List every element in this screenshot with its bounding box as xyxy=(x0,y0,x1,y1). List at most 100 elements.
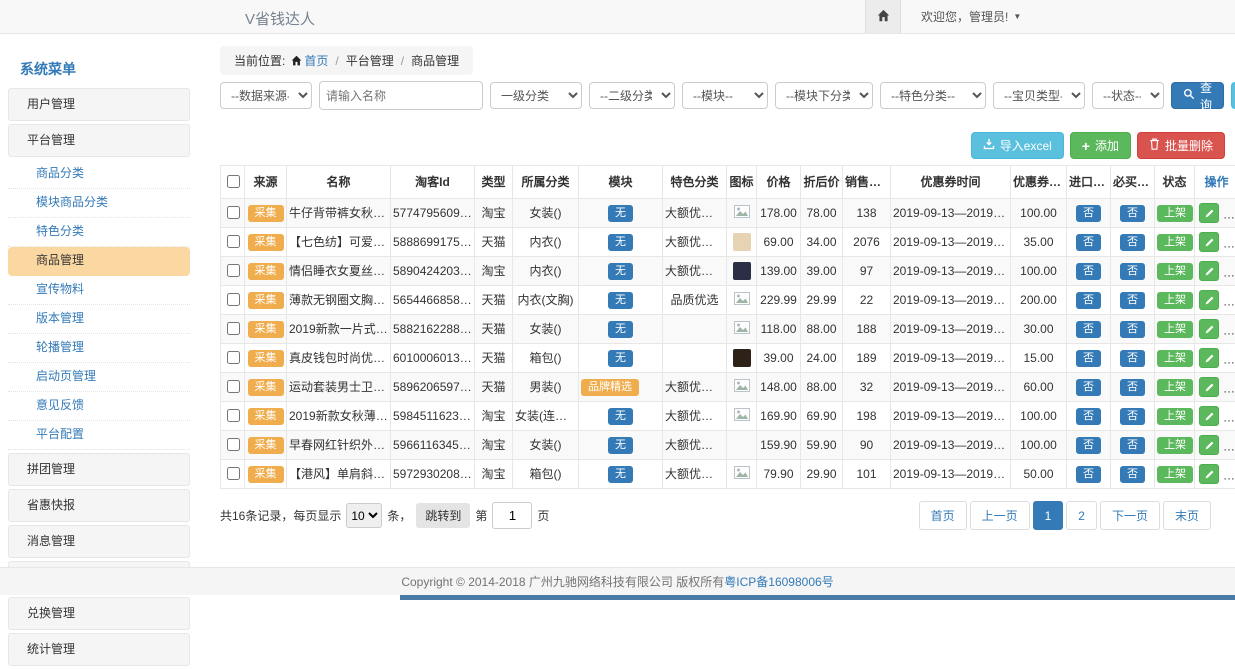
filter-select[interactable]: --模块-- xyxy=(682,82,768,109)
sidebar-subitem[interactable]: 宣传物料 xyxy=(8,276,190,305)
home-button[interactable] xyxy=(865,0,901,33)
edit-button[interactable] xyxy=(1199,319,1219,339)
batch-delete-button[interactable]: 批量删除 xyxy=(1137,132,1225,159)
row-checkbox[interactable] xyxy=(227,264,240,277)
sidebar-subitem[interactable]: 启动页管理 xyxy=(8,363,190,392)
row-select-cell xyxy=(221,228,245,257)
per-page-select[interactable]: 10 xyxy=(346,503,382,528)
sidebar-item[interactable]: 省惠快报 xyxy=(8,489,190,522)
import-excel-button[interactable]: 导入excel xyxy=(971,132,1064,159)
filter-select[interactable]: --宝贝类型-- xyxy=(993,82,1085,109)
row-checkbox[interactable] xyxy=(227,206,240,219)
page-button[interactable]: 下一页 xyxy=(1100,501,1160,530)
sidebar-subitem[interactable]: 版本管理 xyxy=(8,305,190,334)
status-badge: 上架 xyxy=(1157,379,1193,396)
edit-button[interactable] xyxy=(1199,232,1219,252)
source-cell: 采集 xyxy=(245,257,287,286)
type-cell: 淘宝 xyxy=(475,257,513,286)
page-number-input[interactable] xyxy=(492,502,532,529)
page-button[interactable]: 首页 xyxy=(919,501,967,530)
edit-button[interactable] xyxy=(1199,348,1219,368)
module-cell: 无 xyxy=(579,228,663,257)
user-menu[interactable]: 欢迎您，管理员! ▼ xyxy=(901,0,1021,33)
column-header: 特色分类 xyxy=(663,166,727,199)
sidebar-item[interactable]: 兑换管理 xyxy=(8,597,190,630)
must-buy-cell: 否 xyxy=(1111,286,1155,315)
icp-link[interactable]: 粤ICP备16098006号 xyxy=(724,573,833,590)
sales-cell: 198 xyxy=(843,402,891,431)
module-badge: 无 xyxy=(608,321,633,338)
sidebar-subitem[interactable]: 意见反馈 xyxy=(8,392,190,421)
status-badge: 上架 xyxy=(1157,408,1193,425)
pagination-bar: 共16条记录，每页显示 10 条， 跳转到 第 页 首页上一页12下一页末页 xyxy=(220,501,1225,530)
import-select-cell: 否 xyxy=(1067,460,1111,489)
sidebar-subitem[interactable]: 平台配置 xyxy=(8,421,190,450)
sidebar-subitem[interactable]: 商品管理 xyxy=(8,247,190,276)
row-select-cell xyxy=(221,431,245,460)
feature-category-cell: 大额优惠券 xyxy=(663,199,727,228)
filter-select[interactable]: --数据来源-- xyxy=(220,82,312,109)
edit-button[interactable] xyxy=(1199,261,1219,281)
name-cell: 【七色纺】可爱纯棉家... xyxy=(287,228,391,257)
edit-button[interactable] xyxy=(1199,464,1219,484)
must-buy-badge: 否 xyxy=(1120,292,1145,309)
row-checkbox[interactable] xyxy=(227,467,240,480)
sidebar-subitem[interactable]: 轮播管理 xyxy=(8,334,190,363)
row-checkbox[interactable] xyxy=(227,380,240,393)
row-checkbox[interactable] xyxy=(227,293,240,306)
search-button[interactable]: 查询 xyxy=(1171,82,1224,109)
import-select-cell: 否 xyxy=(1067,402,1111,431)
type-cell: 天猫 xyxy=(475,373,513,402)
table-actions: 导入excel + 添加 批量删除 xyxy=(220,132,1225,159)
price-cell: 69.00 xyxy=(757,228,801,257)
batch-delete-label: 批量删除 xyxy=(1165,137,1213,154)
taoke-id-cell: 565446685867 xyxy=(391,286,475,315)
page-button[interactable]: 2 xyxy=(1066,501,1097,530)
edit-button[interactable] xyxy=(1199,435,1219,455)
row-checkbox[interactable] xyxy=(227,409,240,422)
sidebar-subitem[interactable]: 特色分类 xyxy=(8,218,190,247)
row-checkbox[interactable] xyxy=(227,235,240,248)
row-checkbox[interactable] xyxy=(227,351,240,364)
sidebar-item[interactable]: 用户管理 xyxy=(8,88,190,121)
row-checkbox[interactable] xyxy=(227,438,240,451)
filter-select[interactable]: --二级分类-- xyxy=(589,82,675,109)
module-badge: 无 xyxy=(608,263,633,280)
sales-cell: 189 xyxy=(843,344,891,373)
sidebar-item[interactable]: 统计管理 xyxy=(8,633,190,666)
filter-select[interactable]: --特色分类-- xyxy=(880,82,986,109)
page-button[interactable]: 上一页 xyxy=(970,501,1030,530)
select-all-checkbox[interactable] xyxy=(227,175,240,188)
welcome-text: 欢迎您，管理员! xyxy=(921,8,1008,25)
sidebar-item[interactable]: 平台管理 xyxy=(8,124,190,157)
row-checkbox[interactable] xyxy=(227,322,240,335)
top-header: V省钱达人 欢迎您，管理员! ▼ xyxy=(0,0,1235,34)
trash-icon xyxy=(1149,138,1160,153)
edit-button[interactable] xyxy=(1199,290,1219,310)
filter-select[interactable]: --状态-- xyxy=(1092,82,1164,109)
filter-select[interactable]: 一级分类 xyxy=(490,82,582,109)
reset-button[interactable]: 重置 xyxy=(1231,82,1235,109)
caret-down-icon: ▼ xyxy=(1013,12,1021,21)
edit-button[interactable] xyxy=(1199,203,1219,223)
filter-select[interactable]: --模块下分类-- xyxy=(775,82,873,109)
page-button[interactable]: 1 xyxy=(1033,501,1064,530)
edit-button[interactable] xyxy=(1199,406,1219,426)
pagination-summary: 共16条记录，每页显示 10 条， 跳转到 第 页 xyxy=(220,502,549,529)
feature-category-cell: 大额优惠券 xyxy=(663,431,727,460)
sidebar-item[interactable]: 消息管理 xyxy=(8,525,190,558)
feature-category-cell: 大额优惠券 xyxy=(663,402,727,431)
source-badge: 采集 xyxy=(248,408,284,425)
sidebar-subitem[interactable]: 模块商品分类 xyxy=(8,189,190,218)
add-button[interactable]: + 添加 xyxy=(1070,132,1131,159)
page-button[interactable]: 末页 xyxy=(1163,501,1211,530)
sidebar-subitem[interactable]: 商品分类 xyxy=(8,160,190,189)
column-header: 状态 xyxy=(1155,166,1195,199)
source-badge: 采集 xyxy=(248,234,284,251)
search-button-label: 查询 xyxy=(1200,79,1212,113)
name-search-input[interactable] xyxy=(319,81,483,110)
sidebar-item[interactable]: 拼团管理 xyxy=(8,453,190,486)
jump-button[interactable]: 跳转到 xyxy=(416,503,470,528)
breadcrumb-home-link[interactable]: 首页 xyxy=(304,54,328,68)
edit-button[interactable] xyxy=(1199,377,1219,397)
